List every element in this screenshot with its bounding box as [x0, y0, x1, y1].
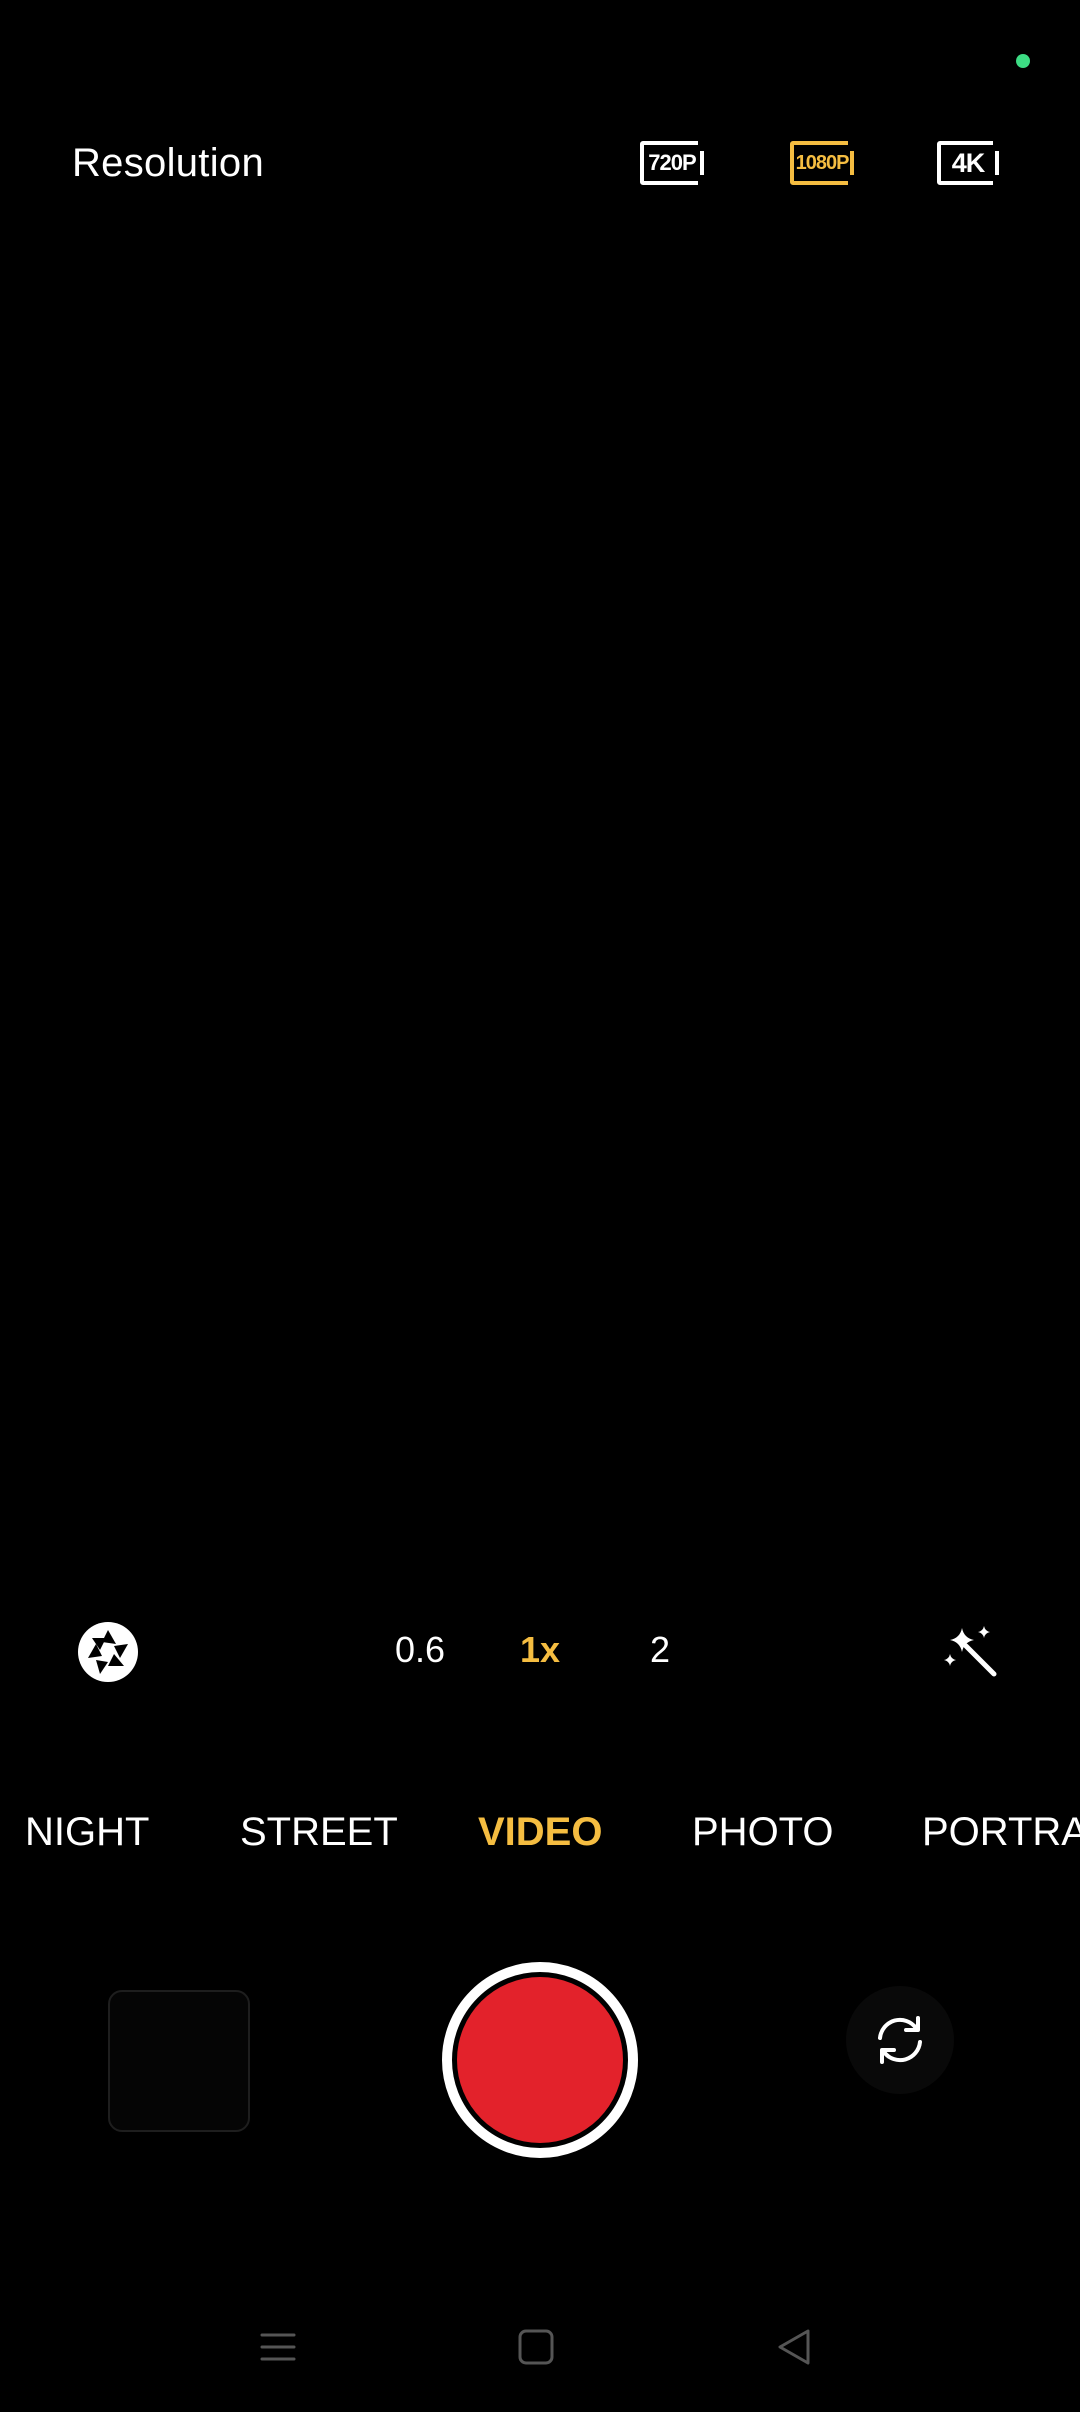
resolution-4k-icon: 4K — [937, 139, 1003, 187]
zoom-1x-option[interactable]: 1x — [500, 1628, 580, 1672]
resolution-4k-option[interactable]: 4K — [936, 138, 1003, 188]
switch-camera-icon — [878, 2016, 922, 2064]
home-button[interactable] — [506, 2322, 566, 2372]
mode-photo[interactable]: PHOTO — [692, 1808, 834, 1856]
aperture-icon[interactable] — [76, 1620, 140, 1684]
mode-video[interactable]: VIDEO — [478, 1808, 602, 1856]
record-button-inner — [457, 1977, 623, 2143]
mode-portrait[interactable]: PORTRAIT — [922, 1808, 1080, 1856]
resolution-720p-option[interactable]: 720P — [636, 138, 708, 188]
privacy-indicator-dot — [1016, 54, 1030, 68]
menu-button[interactable] — [248, 2322, 308, 2372]
zoom-2-option[interactable]: 2 — [620, 1628, 700, 1672]
mode-selector: NIGHT STREET VIDEO PHOTO PORTRAIT — [0, 1800, 1080, 1870]
mode-night[interactable]: NIGHT — [25, 1808, 149, 1856]
mode-street[interactable]: STREET — [240, 1808, 398, 1856]
resolution-4k-label: 4K — [951, 147, 986, 178]
resolution-1080p-icon: 1080P — [790, 139, 858, 187]
resolution-720p-icon: 720P — [640, 139, 708, 187]
home-icon — [518, 2329, 554, 2365]
back-icon — [778, 2329, 810, 2365]
resolution-1080p-option[interactable]: 1080P — [786, 138, 858, 188]
gallery-thumbnail[interactable] — [108, 1990, 250, 2132]
resolution-1080p-label: 1080P — [795, 151, 850, 174]
record-button[interactable] — [442, 1962, 638, 2158]
menu-icon — [260, 2333, 296, 2361]
resolution-title: Resolution — [72, 141, 265, 185]
switch-camera-button[interactable] — [846, 1986, 954, 2094]
resolution-720p-label: 720P — [648, 150, 696, 175]
magic-wand-icon[interactable] — [940, 1620, 1004, 1684]
resolution-bar: Resolution 720P 1080P 4K — [0, 120, 1080, 206]
zoom-0-6-option[interactable]: 0.6 — [380, 1628, 460, 1672]
system-nav-bar — [0, 2300, 1080, 2390]
camera-screen: Resolution 720P 1080P 4K 0.6 1x 2 NIGHT … — [0, 0, 1080, 2412]
back-button[interactable] — [764, 2322, 824, 2372]
